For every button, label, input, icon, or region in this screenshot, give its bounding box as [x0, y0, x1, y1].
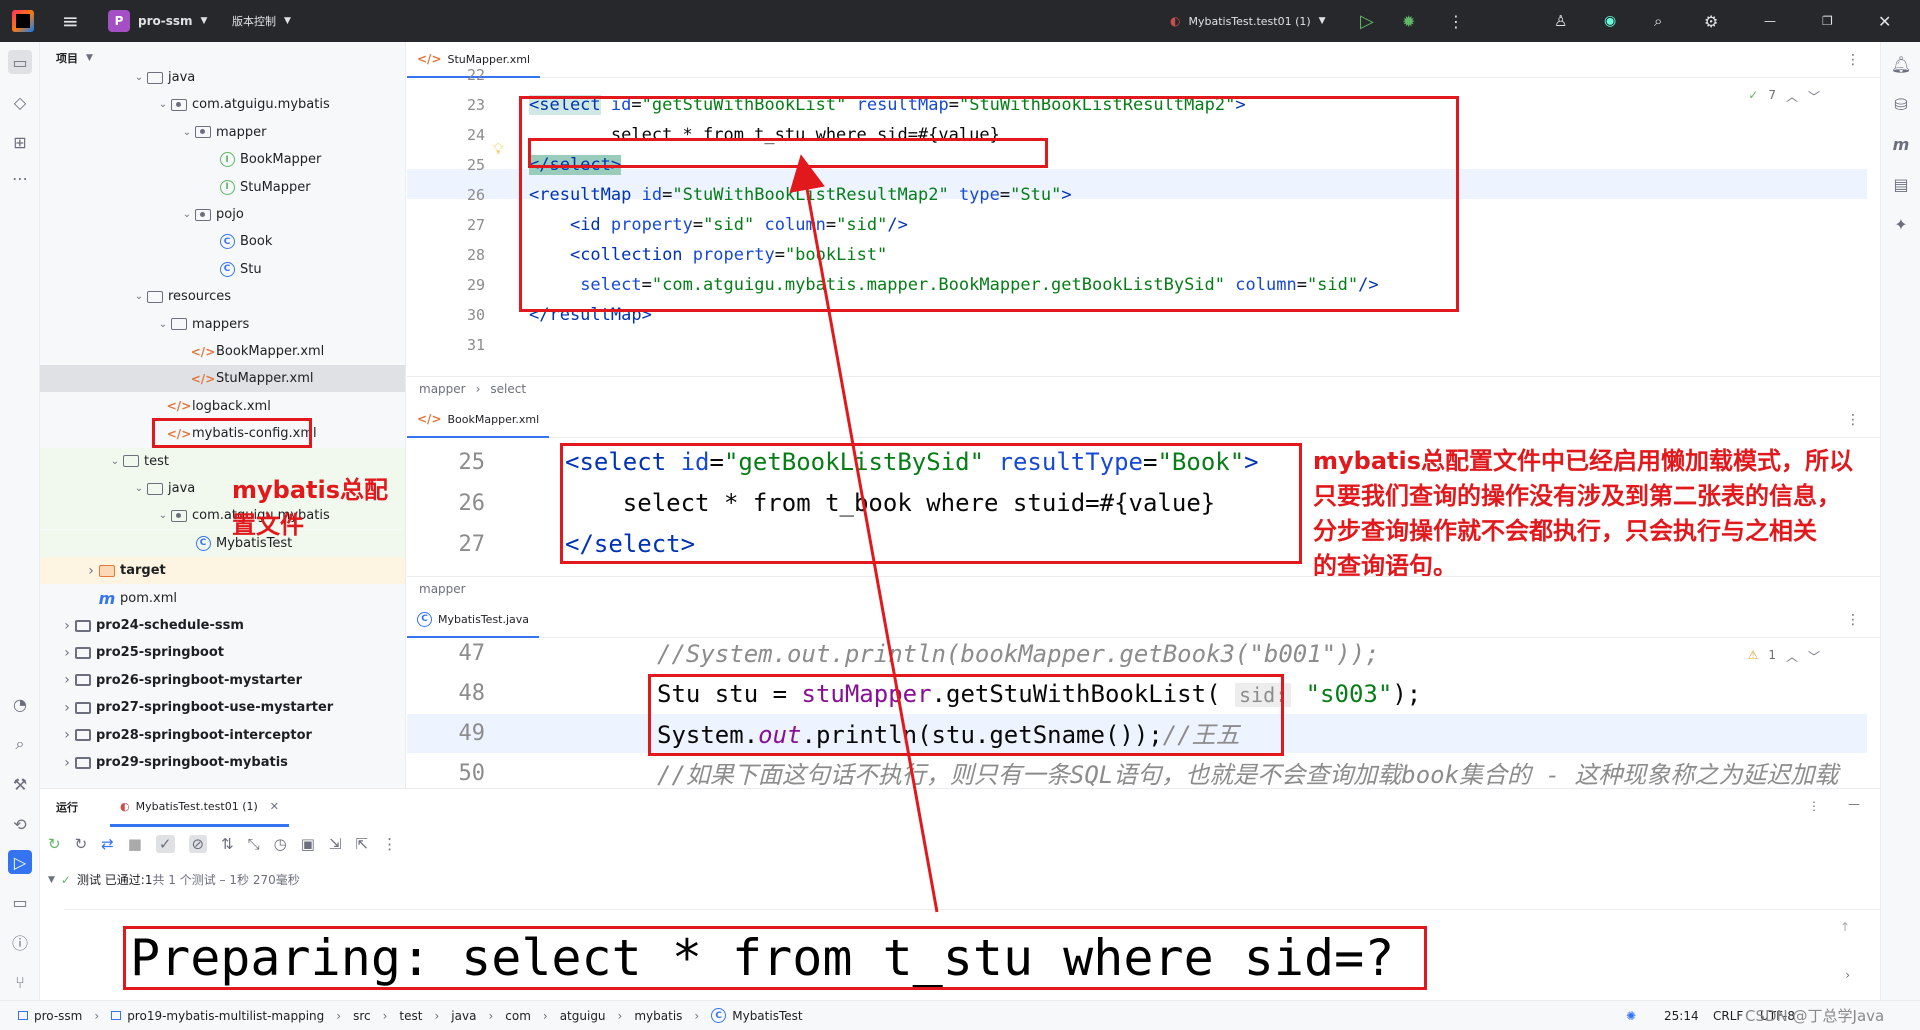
annotation-arrow: [789, 154, 939, 913]
path-segment[interactable]: MybatisTest: [732, 1009, 802, 1023]
chevron-right-icon: ›: [336, 1008, 342, 1023]
module-icon: [18, 1011, 28, 1020]
chevron-right-icon: ›: [542, 1008, 548, 1023]
path-segment[interactable]: mybatis: [634, 1009, 682, 1023]
chevron-right-icon: ›: [382, 1008, 388, 1023]
path-segment[interactable]: com: [505, 1009, 531, 1023]
path-segment[interactable]: atguigu: [560, 1009, 606, 1023]
chevron-right-icon: ›: [694, 1008, 700, 1023]
status-bar: pro-ssm › pro19-mybatis-multilist-mapping ›…: [0, 1000, 1920, 1030]
path-segment[interactable]: test: [399, 1009, 422, 1023]
class-icon: C: [711, 1008, 727, 1023]
chevron-right-icon: ›: [434, 1008, 440, 1023]
csdn-watermark: CSDN @丁总学Java: [1745, 1007, 1885, 1025]
path-segment[interactable]: pro19-mybatis-multilist-mapping: [127, 1009, 324, 1023]
path-segment[interactable]: src: [353, 1009, 371, 1023]
navigation-path: pro-ssm › pro19-mybatis-multilist-mapping ›…: [0, 1008, 803, 1023]
line-separator[interactable]: CRLF: [1713, 1009, 1743, 1023]
chevron-right-icon: ›: [488, 1008, 494, 1023]
caret-position[interactable]: 25:14: [1664, 1009, 1699, 1023]
ai-status-icon[interactable]: ✺: [1626, 1009, 1636, 1023]
path-segment[interactable]: java: [451, 1009, 476, 1023]
chevron-right-icon: ›: [617, 1008, 623, 1023]
arrow-line: [789, 154, 939, 913]
chevron-right-icon: ›: [94, 1008, 100, 1023]
path-segment[interactable]: pro-ssm: [34, 1009, 82, 1023]
module-icon: [111, 1011, 122, 1020]
